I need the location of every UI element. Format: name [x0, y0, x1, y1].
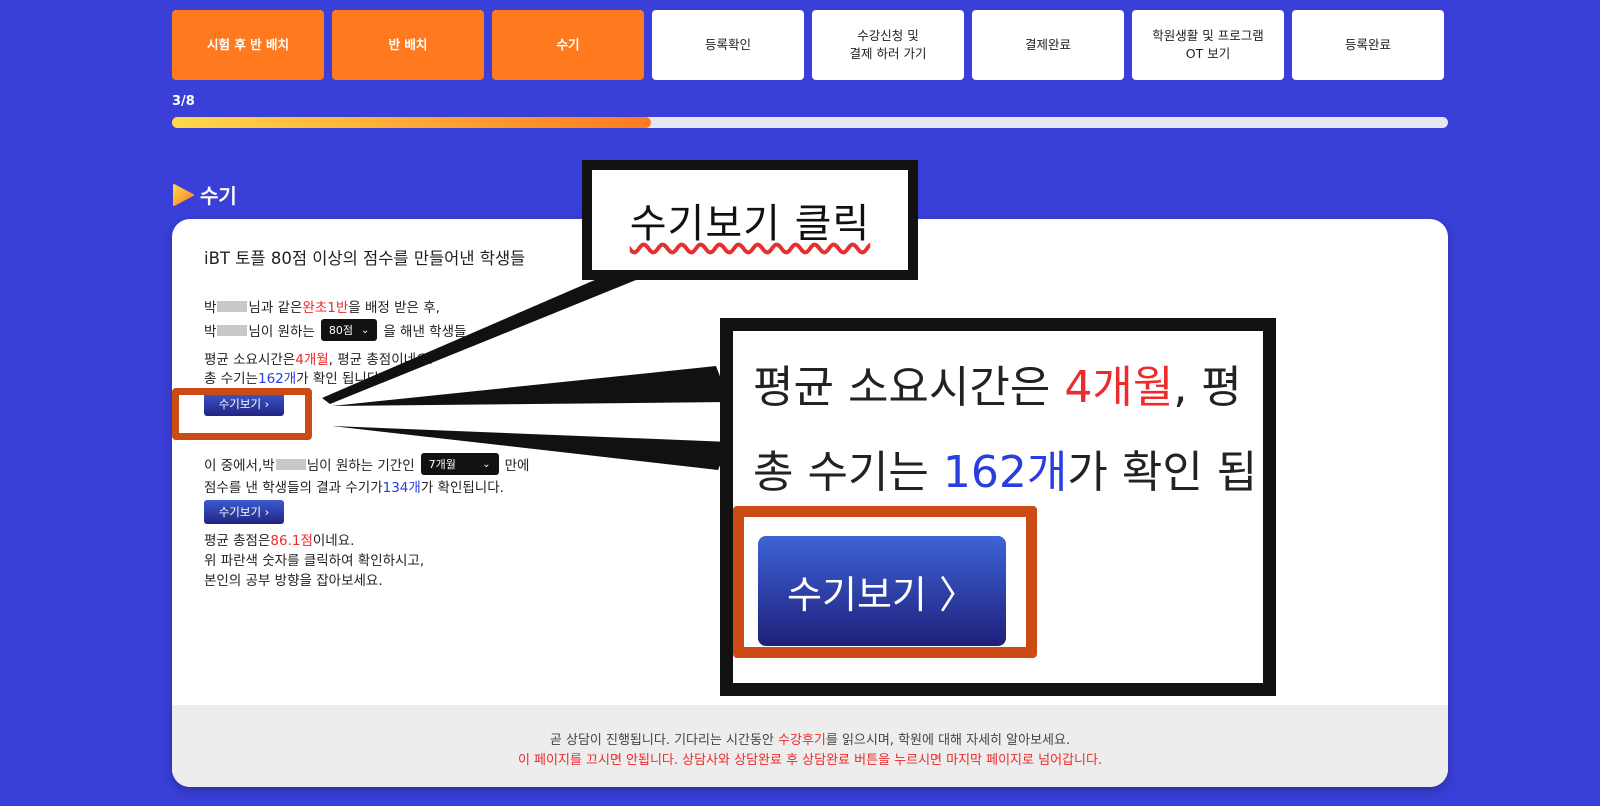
zoom-total-reviews-line: 총 수기는 162개가 확인 됩	[753, 436, 1257, 500]
period-line: 이 중에서,박 님이 원하는 기간인 7개월 ⌄ 만에	[204, 453, 529, 475]
chevron-down-icon: ⌄	[482, 458, 491, 470]
zoom-average-time-line: 평균 소요시간은 4개월, 평	[753, 351, 1242, 415]
progress-label: 3/8	[172, 94, 195, 109]
view-reviews-highlight	[172, 388, 312, 440]
average-time-line: 평균 소요시간은 4개월, 평균 총점 이네요.	[204, 348, 433, 368]
zoom-inset: 평균 소요시간은 4개월, 평 총 수기는 162개가 확인 됩 수기보기 〉	[720, 318, 1276, 696]
masked-name	[217, 300, 248, 312]
text: 님이 원하는	[248, 324, 315, 340]
text: 님이 원하는 기간인	[306, 458, 415, 474]
card-heading: iBT 토플 80점 이상의 점수를 만들어낸 학생들	[204, 249, 526, 268]
total-reviews-line: 총 수기는 162개 가 확인 됩니다.	[204, 367, 384, 387]
filtered-reviews-count[interactable]: 134개	[383, 476, 421, 496]
text: 이 중에서,박	[204, 458, 275, 474]
zoom-total-reviews-count: 162개	[942, 447, 1068, 498]
step-tab-8[interactable]: 등록완료	[1292, 10, 1444, 80]
step-tab-5[interactable]: 수강신청 및 결제 하러 가기	[812, 10, 964, 80]
card-footer: 곧 상담이 진행됩니다. 기다리는 시간동안 수강후기를 읽으시며, 학원에 대…	[172, 705, 1448, 787]
text: 가 확인 됩	[1067, 447, 1258, 498]
score-select[interactable]: 80점 ⌄	[320, 319, 378, 341]
class-assignment-line: 박 님과 같은 완초1반 을 배정 받은 후,	[204, 296, 440, 316]
section-heading: 수기	[172, 180, 237, 209]
text: 가 확인 됩니다.	[296, 371, 384, 387]
score-select-value: 80점	[328, 324, 353, 337]
view-filtered-reviews-button[interactable]: 수기보기 ›	[204, 500, 284, 524]
target-score-line: 박 님이 원하는 80점 ⌄ 을 해낸 학생들	[204, 319, 466, 341]
footer-notice: 곧 상담이 진행됩니다. 기다리는 시간동안 수강후기를 읽으시며, 학원에 대…	[172, 729, 1448, 748]
step-tab-4[interactable]: 등록확인	[652, 10, 804, 80]
period-select[interactable]: 7개월 ⌄	[420, 453, 499, 475]
text: 박	[204, 300, 217, 316]
step-tab-3[interactable]: 수기	[492, 10, 644, 80]
zoom-view-reviews-button: 수기보기 〉	[758, 536, 1006, 646]
text: 평균 총점은	[204, 533, 271, 549]
click-instruction-callout: 수기보기 클릭	[582, 160, 918, 280]
reviews-link[interactable]: 수강후기	[778, 733, 826, 748]
average-score-line: 평균 총점은 86.1점 이네요.	[204, 529, 354, 549]
text: 이네요.	[312, 533, 355, 549]
text: 을 해낸 학생들	[383, 324, 467, 340]
text: 을 배정 받은 후,	[348, 300, 440, 316]
class-name: 완초1반	[302, 300, 349, 316]
instruction-line-2: 본인의 공부 방향을 잡아보세요.	[204, 573, 383, 589]
step-tabs: 시험 후 반 배치 반 배치 수기 등록확인 수강신청 및 결제 하러 가기 결…	[172, 10, 1444, 80]
step-tab-7[interactable]: 학원생활 및 프로그램 OT 보기	[1132, 10, 1284, 80]
text: 총 수기는	[204, 371, 258, 387]
step-tab-6[interactable]: 결제완료	[972, 10, 1124, 80]
text: 를 읽으시며, 학원에 대해 자세히 알아보세요.	[825, 733, 1071, 748]
text: , 평균 총점	[328, 352, 392, 368]
play-triangle-icon	[173, 183, 194, 206]
average-months: 4개월	[295, 352, 329, 368]
chevron-down-icon: ⌄	[360, 324, 370, 336]
callout-text: 수기보기 클릭	[629, 201, 871, 247]
progress-bar-fill	[172, 117, 651, 128]
average-score: 86.1점	[270, 533, 313, 549]
total-reviews-count[interactable]: 162개	[258, 367, 296, 387]
text: 곧 상담이 진행됩니다. 기다리는 시간동안	[549, 733, 779, 748]
section-title: 수기	[200, 184, 237, 208]
masked-name	[275, 458, 306, 470]
period-select-value: 7개월	[428, 458, 456, 471]
progress-bar	[172, 117, 1448, 128]
instruction-line-1: 위 파란색 숫자를 클릭하여 확인하시고,	[204, 553, 425, 569]
text: 총 수기는	[753, 447, 943, 498]
text: 평균 소요시간은	[204, 352, 296, 368]
text: 평균 소요시간은	[753, 362, 1065, 413]
text: 이네요.	[391, 352, 433, 368]
footer-warning: 이 페이지를 끄시면 안됩니다. 상담사와 상담완료 후 상담완료 버튼을 누르…	[517, 753, 1103, 768]
text: 점수를 낸 학생들의 결과 수기가	[204, 480, 383, 496]
text: 만에	[504, 458, 530, 474]
zoom-average-months: 4개월	[1064, 362, 1174, 413]
filtered-reviews-line: 점수를 낸 학생들의 결과 수기가 134개 가 확인됩니다.	[204, 476, 504, 496]
text: , 평	[1173, 362, 1242, 413]
step-tab-1[interactable]: 시험 후 반 배치	[172, 10, 324, 80]
step-tab-2[interactable]: 반 배치	[332, 10, 484, 80]
text: 가 확인됩니다.	[420, 480, 504, 496]
text: 님과 같은	[248, 300, 303, 316]
masked-name	[217, 324, 248, 336]
text: 박	[204, 324, 217, 340]
